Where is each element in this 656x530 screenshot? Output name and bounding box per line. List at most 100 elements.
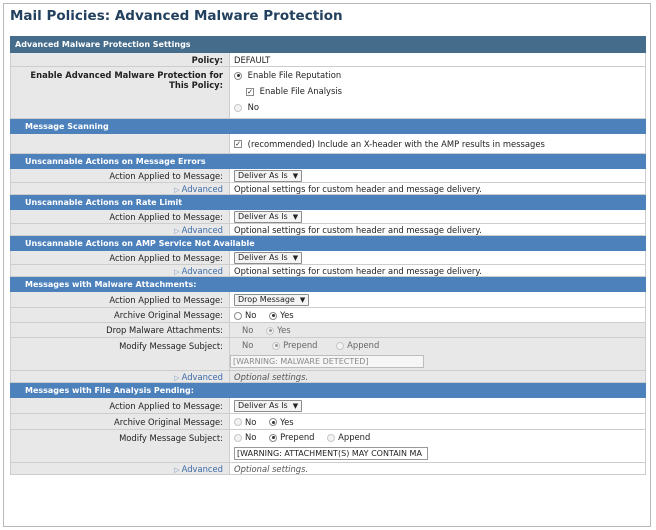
pending-action-select[interactable]: Deliver As Is ▼ xyxy=(234,399,303,412)
errors-advanced-link[interactable]: Advanced xyxy=(182,184,223,194)
malware-subject-append[interactable]: Append xyxy=(336,340,379,350)
xheader-checkbox[interactable]: ✓ xyxy=(234,140,242,148)
errors-action-select[interactable]: Deliver As Is ▼ xyxy=(234,169,303,182)
malware-subject-prepend-radio[interactable] xyxy=(272,341,281,350)
malware-advanced-link[interactable]: Advanced xyxy=(182,372,223,382)
chevron-down-icon: ▼ xyxy=(292,171,299,180)
expand-arrow-icon: ▷ xyxy=(174,185,180,194)
amp-no-radio[interactable] xyxy=(234,103,242,112)
errors-action-label: Action Applied to Message: xyxy=(10,168,230,183)
message-scanning-header-row: Message Scanning xyxy=(10,118,646,134)
chevron-down-icon: ▼ xyxy=(292,253,299,262)
settings-header: Advanced Malware Protection Settings xyxy=(10,36,646,53)
pending-subject-append[interactable]: Append xyxy=(327,432,370,442)
pending-advanced-link[interactable]: Advanced xyxy=(182,464,223,474)
page-frame: Mail Policies: Advanced Malware Protecti… xyxy=(3,3,651,527)
amp-action-select[interactable]: Deliver As Is ▼ xyxy=(234,251,303,264)
pending-subject-append-radio[interactable] xyxy=(327,433,336,442)
drop-attachments-no[interactable]: No xyxy=(242,325,253,335)
malware-action-label: Action Applied to Message: xyxy=(10,291,230,308)
malware-action-select[interactable]: Drop Message ▼ xyxy=(234,293,310,306)
pending-subject-prepend[interactable]: Prepend xyxy=(269,432,314,442)
chevron-down-icon: ▼ xyxy=(299,295,306,304)
pending-archive-row: Archive Original Message: No Yes xyxy=(10,413,646,430)
malware-attachments-header-row: Messages with Malware Attachments: xyxy=(10,276,646,292)
malware-attachments-header: Messages with Malware Attachments: xyxy=(10,276,646,292)
malware-subject-label: Modify Message Subject: xyxy=(10,337,230,371)
drop-attachments-yes[interactable]: Yes xyxy=(266,325,291,335)
pending-archive-no[interactable]: No xyxy=(234,417,256,427)
pending-action-label: Action Applied to Message: xyxy=(10,397,230,414)
rate-action-label: Action Applied to Message: xyxy=(10,209,230,224)
expand-arrow-icon: ▷ xyxy=(174,267,180,276)
malware-action-row: Action Applied to Message: Drop Message ▼ xyxy=(10,291,646,308)
pending-subject-no-radio[interactable] xyxy=(234,433,242,442)
pending-archive-yes[interactable]: Yes xyxy=(269,417,294,427)
unscannable-errors-header: Unscannable Actions on Message Errors xyxy=(10,153,646,169)
rate-optional-text: Optional settings for custom header and … xyxy=(229,223,646,236)
enable-amp-options: Enable File Reputation ✓ Enable File Ana… xyxy=(229,66,646,119)
unscannable-rate-header: Unscannable Actions on Rate Limit xyxy=(10,194,646,210)
file-analysis-checkbox[interactable]: ✓ xyxy=(246,87,254,96)
malware-subject-input[interactable]: [WARNING: MALWARE DETECTED] xyxy=(230,355,424,368)
amp-no-option[interactable]: No xyxy=(234,102,641,116)
malware-optional-text: Optional settings. xyxy=(229,370,646,383)
pending-advanced-row: ▷ Advanced Optional settings. xyxy=(10,462,646,475)
expand-arrow-icon: ▷ xyxy=(174,226,180,235)
policy-row: Policy: DEFAULT xyxy=(10,52,646,67)
malware-archive-no[interactable]: No xyxy=(234,310,256,320)
file-reputation-radio[interactable] xyxy=(234,71,242,80)
pending-action-row: Action Applied to Message: Deliver As Is… xyxy=(10,397,646,414)
unscannable-errors-header-row: Unscannable Actions on Message Errors xyxy=(10,153,646,169)
pending-subject-no[interactable]: No xyxy=(234,432,256,442)
file-reputation-option[interactable]: Enable File Reputation xyxy=(234,70,641,86)
malware-subject-row: Modify Message Subject: No Prepend Appen… xyxy=(10,337,646,371)
malware-subject-prepend[interactable]: Prepend xyxy=(272,340,317,350)
errors-optional-text: Optional settings for custom header and … xyxy=(229,182,646,195)
pending-archive-no-radio[interactable] xyxy=(234,418,242,426)
expand-arrow-icon: ▷ xyxy=(174,373,180,382)
pending-archive-label: Archive Original Message: xyxy=(10,413,230,430)
errors-action-row: Action Applied to Message: Deliver As Is… xyxy=(10,168,646,183)
chevron-down-icon: ▼ xyxy=(292,401,299,410)
policy-label: Policy: xyxy=(10,52,230,67)
enable-amp-row: Enable Advanced Malware Protection for T… xyxy=(10,66,646,119)
file-analysis-pending-header: Messages with File Analysis Pending: xyxy=(10,382,646,398)
malware-archive-yes-radio[interactable] xyxy=(269,311,278,320)
file-analysis-option[interactable]: ✓ Enable File Analysis xyxy=(234,86,641,102)
amp-action-label: Action Applied to Message: xyxy=(10,250,230,265)
unscannable-amp-header: Unscannable Actions on AMP Service Not A… xyxy=(10,235,646,251)
amp-advanced-row: ▷ Advanced Optional settings for custom h… xyxy=(10,264,646,277)
amp-optional-text: Optional settings for custom header and … xyxy=(229,264,646,277)
pending-subject-label: Modify Message Subject: xyxy=(10,429,230,463)
rate-action-select[interactable]: Deliver As Is ▼ xyxy=(234,210,303,223)
malware-archive-row: Archive Original Message: No Yes xyxy=(10,307,646,323)
file-reputation-label: Enable File Reputation xyxy=(247,70,342,80)
unscannable-amp-header-row: Unscannable Actions on AMP Service Not A… xyxy=(10,235,646,251)
amp-action-row: Action Applied to Message: Deliver As Is… xyxy=(10,250,646,265)
expand-arrow-icon: ▷ xyxy=(174,465,180,474)
malware-archive-label: Archive Original Message: xyxy=(10,307,230,323)
chevron-down-icon: ▼ xyxy=(292,212,299,221)
pending-subject-row: Modify Message Subject: No Prepend Appen… xyxy=(10,429,646,463)
rate-advanced-link[interactable]: Advanced xyxy=(182,225,223,235)
amp-advanced-link[interactable]: Advanced xyxy=(182,266,223,276)
rate-action-row: Action Applied to Message: Deliver As Is… xyxy=(10,209,646,224)
pending-subject-input[interactable]: [WARNING: ATTACHMENT(S) MAY CONTAIN MA xyxy=(234,447,428,460)
drop-attachments-yes-radio[interactable] xyxy=(266,326,275,335)
message-scanning-header: Message Scanning xyxy=(10,118,646,134)
malware-advanced-row: ▷ Advanced Optional settings. xyxy=(10,370,646,383)
policy-value: DEFAULT xyxy=(229,52,646,67)
malware-archive-yes[interactable]: Yes xyxy=(269,310,294,320)
unscannable-rate-header-row: Unscannable Actions on Rate Limit xyxy=(10,194,646,210)
pending-subject-prepend-radio[interactable] xyxy=(269,433,278,442)
xheader-row: ✓ (recommended) Include an X-header with… xyxy=(10,133,646,154)
malware-subject-append-radio[interactable] xyxy=(336,341,345,350)
xheader-option[interactable]: ✓ (recommended) Include an X-header with… xyxy=(229,133,646,154)
pending-optional-text: Optional settings. xyxy=(229,462,646,475)
file-analysis-label: Enable File Analysis xyxy=(259,86,343,96)
malware-archive-no-radio[interactable] xyxy=(234,311,242,320)
drop-attachments-row: Drop Malware Attachments: No Yes xyxy=(10,322,646,338)
malware-subject-no[interactable]: No xyxy=(242,340,253,350)
pending-archive-yes-radio[interactable] xyxy=(269,418,278,426)
